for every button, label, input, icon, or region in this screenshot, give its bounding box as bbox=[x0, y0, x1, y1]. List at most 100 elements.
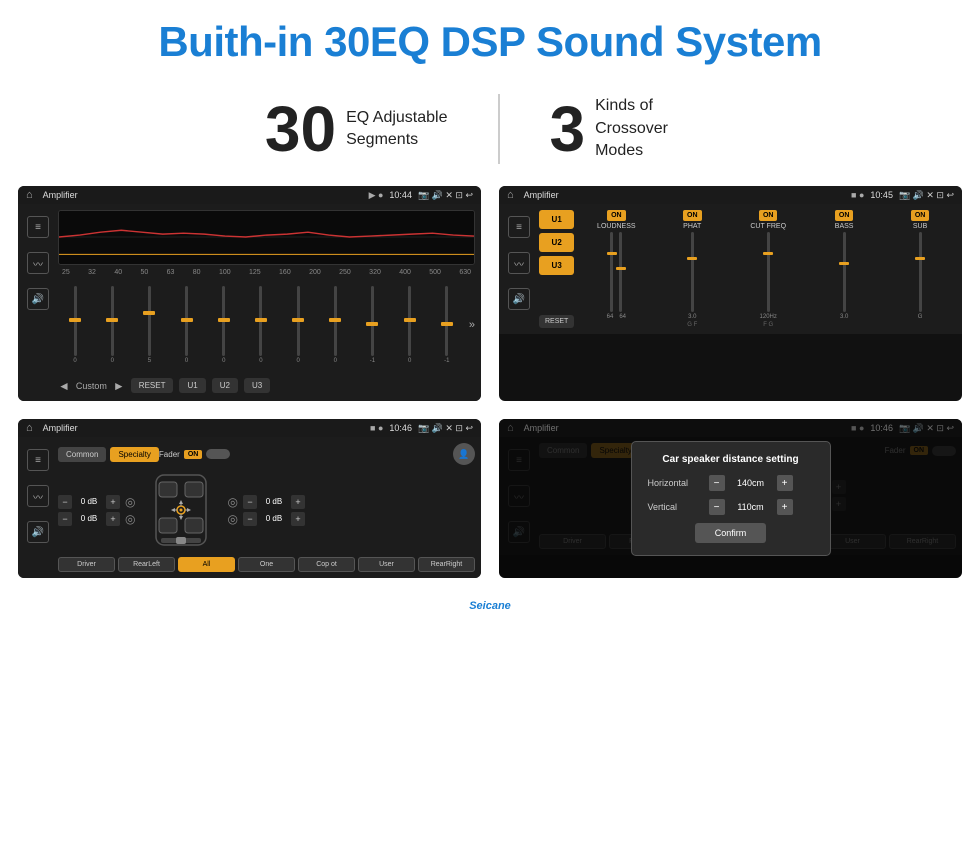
fader-content: ≡ 〰 🔊 Common Specialty Fader ON 👤 bbox=[18, 437, 481, 578]
eq-slider-8[interactable]: -1 bbox=[355, 280, 389, 370]
ch-loudness-on[interactable]: ON bbox=[607, 210, 626, 221]
fader-tabs: Common Specialty bbox=[58, 447, 159, 462]
ch-phat-on[interactable]: ON bbox=[683, 210, 702, 221]
db-val-rr: 0 dB bbox=[260, 514, 288, 523]
eq-slider-5[interactable]: 0 bbox=[244, 280, 278, 370]
fader-label: Fader bbox=[159, 450, 180, 459]
fader-toggle[interactable] bbox=[206, 449, 230, 459]
eq-slider-1[interactable]: 0 bbox=[95, 280, 129, 370]
ch-cutfreq-slider[interactable]: 120Hz F G bbox=[760, 232, 777, 328]
ch-phat-label: PHAT bbox=[683, 223, 701, 230]
tab-common[interactable]: Common bbox=[58, 447, 106, 462]
db-plus-rr[interactable]: + bbox=[291, 512, 305, 526]
fader-icon-2[interactable]: 〰 bbox=[27, 485, 49, 507]
db-plus-fr[interactable]: + bbox=[291, 495, 305, 509]
statusbar-3: ⌂ Amplifier ■ ● 10:46 📷 🔊 ✕ ⊡ ↩ bbox=[18, 419, 481, 437]
db-plus-rl[interactable]: + bbox=[106, 512, 120, 526]
reset-button-2[interactable]: RESET bbox=[539, 315, 574, 328]
btn-rearleft[interactable]: RearLeft bbox=[118, 557, 175, 572]
crossover-main: U1 U2 U3 RESET ON LOUDNESS bbox=[539, 210, 956, 328]
eq-sliders: 0 0 5 0 0 0 0 0 -1 0 -1 » bbox=[58, 280, 475, 370]
eq-slider-3[interactable]: 0 bbox=[170, 280, 204, 370]
more-arrow[interactable]: » bbox=[469, 319, 475, 331]
eq-slider-2[interactable]: 5 bbox=[132, 280, 166, 370]
ch-sub-on[interactable]: ON bbox=[911, 210, 930, 221]
ch-cutfreq-on[interactable]: ON bbox=[759, 210, 778, 221]
dialog-confirm-button[interactable]: Confirm bbox=[695, 523, 767, 543]
record-icon-1: ▶ ● bbox=[369, 190, 384, 201]
cross-icon-1[interactable]: ≡ bbox=[508, 216, 530, 238]
screen-dialog: ⌂ Amplifier ■ ● 10:46 📷 🔊 ✕ ⊡ ↩ ≡ 〰 🔊 Co… bbox=[499, 419, 962, 578]
fader-on-badge[interactable]: ON bbox=[184, 450, 203, 459]
status-icons-2: 📷 🔊 ✕ ⊡ ↩ bbox=[899, 190, 954, 201]
crossover-content: ≡ 〰 🔊 U1 U2 U3 RESET ON LOUDNESS bbox=[499, 204, 962, 334]
dialog-horizontal-plus[interactable]: + bbox=[777, 475, 793, 491]
btn-driver[interactable]: Driver bbox=[58, 557, 115, 572]
btn-copilot[interactable]: Cop ot bbox=[298, 557, 355, 572]
dialog-overlay: Car speaker distance setting Horizontal … bbox=[499, 419, 962, 578]
ch-phat-slider[interactable]: 3.0 G F bbox=[687, 232, 697, 328]
eq-icon-2[interactable]: 〰 bbox=[27, 252, 49, 274]
prev-arrow[interactable]: ◄ bbox=[58, 379, 70, 393]
ch-bass-on[interactable]: ON bbox=[835, 210, 854, 221]
u2-button-1[interactable]: U2 bbox=[212, 378, 238, 393]
dialog-vertical-minus[interactable]: − bbox=[709, 499, 725, 515]
tab-specialty[interactable]: Specialty bbox=[110, 447, 158, 462]
btn-all[interactable]: All bbox=[178, 557, 235, 572]
eq-graph bbox=[58, 210, 475, 265]
u1-button-1[interactable]: U1 bbox=[179, 378, 205, 393]
preset-u3[interactable]: U3 bbox=[539, 256, 574, 275]
dialog-vertical-plus[interactable]: + bbox=[777, 499, 793, 515]
cross-icon-2[interactable]: 〰 bbox=[508, 252, 530, 274]
presets-col: U1 U2 U3 RESET bbox=[539, 210, 574, 328]
fader-icon-3[interactable]: 🔊 bbox=[27, 521, 49, 543]
next-arrow[interactable]: ► bbox=[113, 379, 125, 393]
stat-crossover: 3 Kinds ofCrossover Modes bbox=[500, 95, 766, 162]
home-icon-2[interactable]: ⌂ bbox=[507, 189, 514, 201]
btn-one[interactable]: One bbox=[238, 557, 295, 572]
btn-rearright[interactable]: RearRight bbox=[418, 557, 475, 572]
home-icon-3[interactable]: ⌂ bbox=[26, 422, 33, 434]
app-name-3: Amplifier bbox=[43, 423, 364, 433]
u3-button-1[interactable]: U3 bbox=[244, 378, 270, 393]
btn-user[interactable]: User bbox=[358, 557, 415, 572]
ch-loudness-label: LOUDNESS bbox=[597, 223, 636, 230]
ch-sub: ON SUB G bbox=[884, 210, 956, 328]
fader-icon-1[interactable]: ≡ bbox=[27, 449, 49, 471]
preset-u1[interactable]: U1 bbox=[539, 210, 574, 229]
preset-u2[interactable]: U2 bbox=[539, 233, 574, 252]
db-minus-rl[interactable]: − bbox=[58, 512, 72, 526]
ch-cutfreq-label: CUT FREQ bbox=[750, 223, 786, 230]
eq-slider-10[interactable]: -1 bbox=[430, 280, 464, 370]
avatar-icon-3[interactable]: 👤 bbox=[453, 443, 475, 465]
dialog-horizontal-minus[interactable]: − bbox=[709, 475, 725, 491]
db-row-rl: − 0 dB + ◎ bbox=[58, 512, 135, 526]
db-plus-fl[interactable]: + bbox=[106, 495, 120, 509]
stat-crossover-desc: Kinds ofCrossover Modes bbox=[595, 95, 715, 162]
ch-bass-label: BASS bbox=[835, 223, 854, 230]
eq-main: 2532405063 80100125160200 25032040050063… bbox=[58, 210, 475, 395]
ch-sub-slider[interactable]: G bbox=[918, 232, 923, 328]
eq-slider-0[interactable]: 0 bbox=[58, 280, 92, 370]
eq-slider-7[interactable]: 0 bbox=[318, 280, 352, 370]
stat-eq-desc: EQ AdjustableSegments bbox=[346, 107, 447, 152]
eq-slider-9[interactable]: 0 bbox=[393, 280, 427, 370]
eq-slider-4[interactable]: 0 bbox=[207, 280, 241, 370]
page-title: Buith-in 30EQ DSP Sound System bbox=[20, 18, 960, 66]
reset-button-1[interactable]: RESET bbox=[131, 378, 174, 393]
eq-icon-3[interactable]: 🔊 bbox=[27, 288, 49, 310]
db-row-rr: ◎ − 0 dB + bbox=[227, 512, 304, 526]
eq-icon-1[interactable]: ≡ bbox=[27, 216, 49, 238]
stats-row: 30 EQ AdjustableSegments 3 Kinds ofCross… bbox=[0, 76, 980, 186]
home-icon-1[interactable]: ⌂ bbox=[26, 189, 33, 201]
ch-bass-slider[interactable]: 3.0 bbox=[840, 232, 848, 328]
db-minus-rr[interactable]: − bbox=[243, 512, 257, 526]
cross-icon-3[interactable]: 🔊 bbox=[508, 288, 530, 310]
watermark: Seicane bbox=[0, 596, 980, 618]
ch-loudness-slider[interactable]: 6464 bbox=[607, 232, 626, 328]
right-db-controls: ◎ − 0 dB + ◎ − 0 dB + bbox=[227, 495, 304, 526]
db-minus-fr[interactable]: − bbox=[243, 495, 257, 509]
eq-slider-6[interactable]: 0 bbox=[281, 280, 315, 370]
db-minus-fl[interactable]: − bbox=[58, 495, 72, 509]
time-1: 10:44 bbox=[389, 190, 412, 200]
